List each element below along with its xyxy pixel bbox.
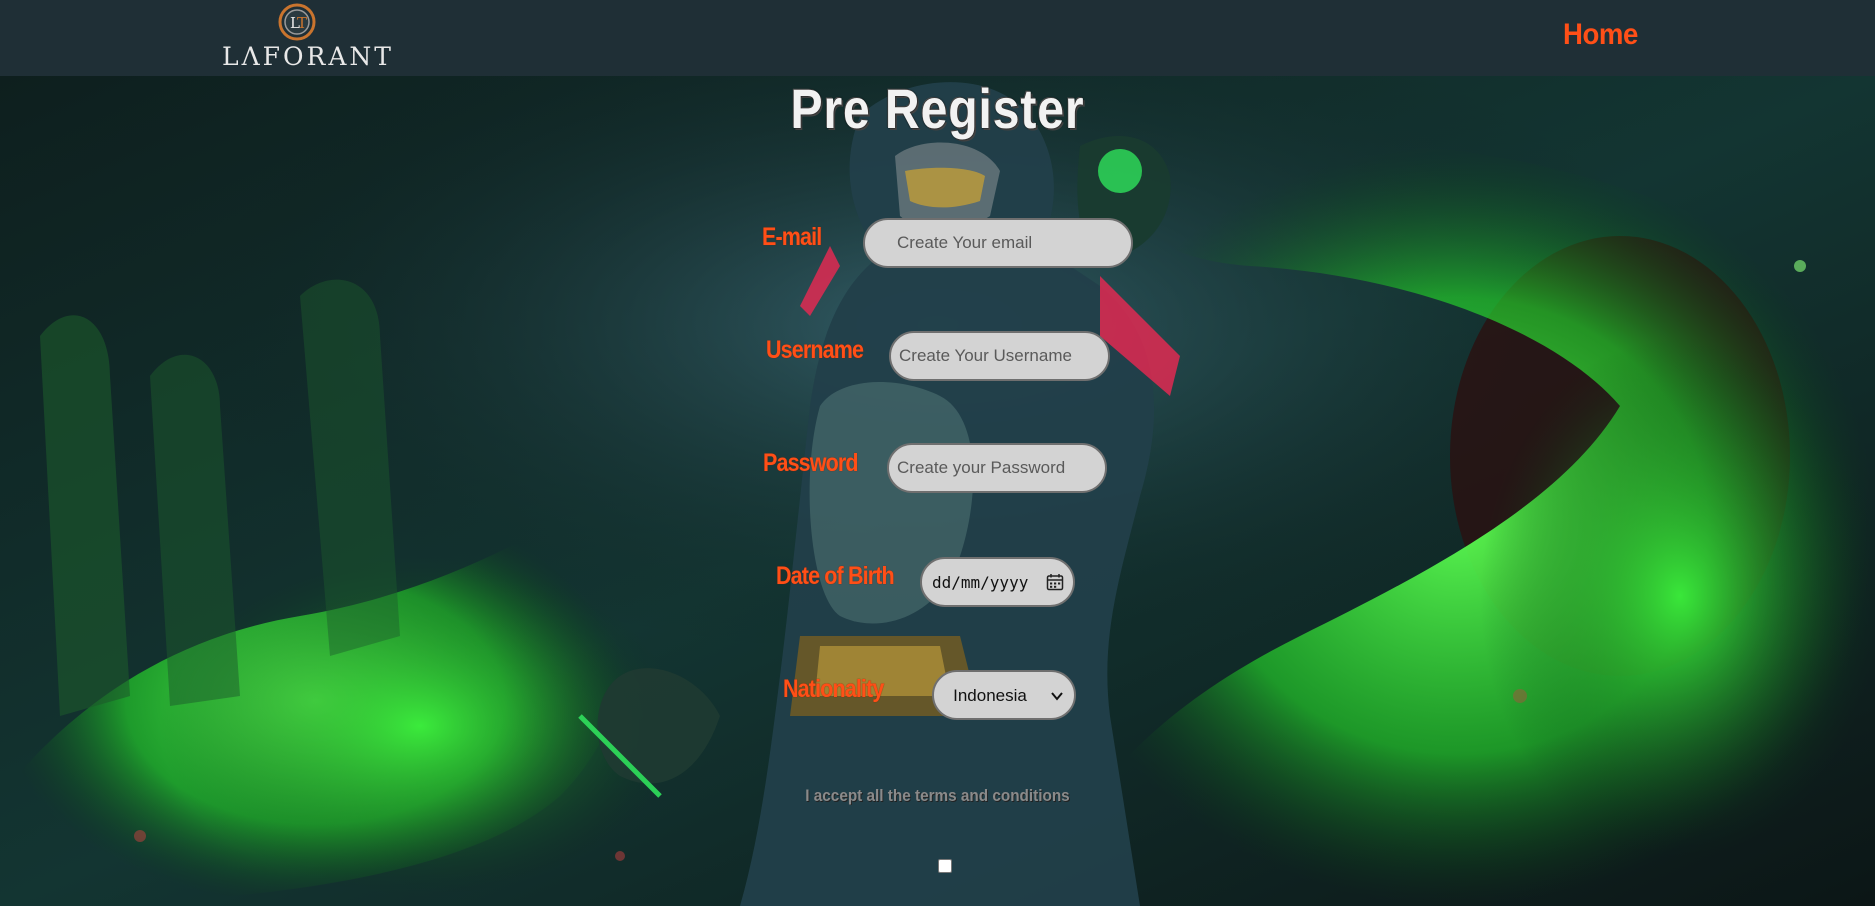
terms-checkbox[interactable] [938,859,952,873]
nationality-select[interactable]: Indonesia [932,670,1076,720]
laforant-emblem-icon: L T [278,3,316,41]
page-title: Pre Register [790,77,1085,140]
email-input[interactable] [863,218,1133,268]
page: L T LΛFORANT Home Pre Register E-mail Us… [0,0,1875,906]
nationality-label: Nationality [783,675,884,703]
terms-label: I accept all the terms and conditions [805,786,1070,805]
nav-home-link[interactable]: Home [1563,18,1638,52]
password-input[interactable] [887,443,1107,493]
dob-date-input[interactable]: dd/mm/yyyy [920,557,1075,607]
email-label: E-mail [762,223,822,251]
logo[interactable]: L T LΛFORANT [222,2,394,72]
nationality-selected-value: Indonesia [953,686,1027,705]
dob-label: Date of Birth [776,562,895,590]
username-input[interactable] [889,331,1110,381]
chevron-down-icon [1051,692,1063,701]
svg-text:T: T [297,14,307,32]
username-label: Username [766,336,864,364]
logo-text: LΛFORANT [222,42,394,71]
top-navbar: L T LΛFORANT Home [0,0,1875,76]
password-label: Password [763,449,859,477]
dob-placeholder: dd/mm/yyyy [932,573,1029,592]
calendar-icon[interactable] [1046,573,1064,591]
